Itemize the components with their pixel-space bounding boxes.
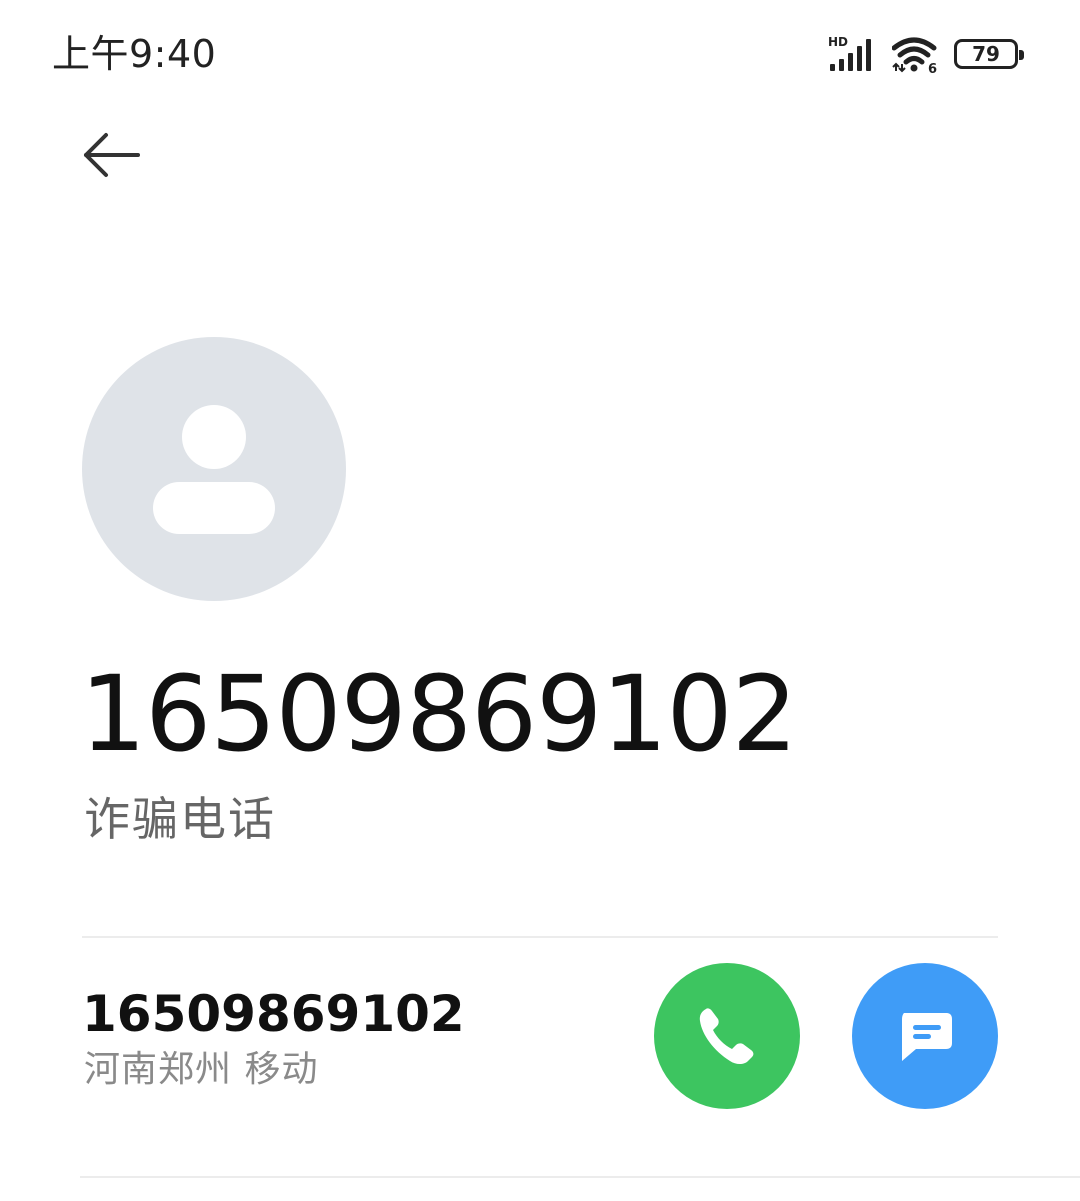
- message-icon: [902, 1013, 952, 1061]
- network-label: HD: [828, 35, 848, 49]
- contact-phone-number: 16509869102: [80, 653, 798, 775]
- avatar: [82, 337, 346, 601]
- row-location: 河南郑州 移动: [84, 1049, 319, 1090]
- back-button[interactable]: [72, 122, 152, 188]
- message-button[interactable]: [852, 963, 998, 1109]
- wifi-label: 6: [928, 62, 937, 74]
- battery-icon: 79: [954, 39, 1024, 69]
- battery-level: 79: [972, 42, 1000, 66]
- call-button[interactable]: [654, 963, 800, 1109]
- phone-icon: [699, 1008, 754, 1064]
- row-phone-number: 16509869102: [82, 985, 465, 1043]
- divider-bottom: [80, 1176, 1080, 1178]
- person-icon: [153, 405, 275, 534]
- signal-icon: HD: [828, 35, 871, 71]
- back-arrow-icon: [84, 133, 140, 177]
- wifi-icon: 6: [892, 37, 937, 74]
- status-icons: HD 6 79: [828, 34, 1024, 74]
- spam-tag-label: 诈骗电话: [84, 792, 276, 846]
- number-row[interactable]: 16509869102 河南郑州 移动: [0, 938, 1080, 1176]
- contact-detail-screen: 上午9:40 HD 6 79 16509869102 诈骗电话 16509869…: [0, 0, 1080, 1201]
- status-time: 上午9:40: [52, 32, 217, 76]
